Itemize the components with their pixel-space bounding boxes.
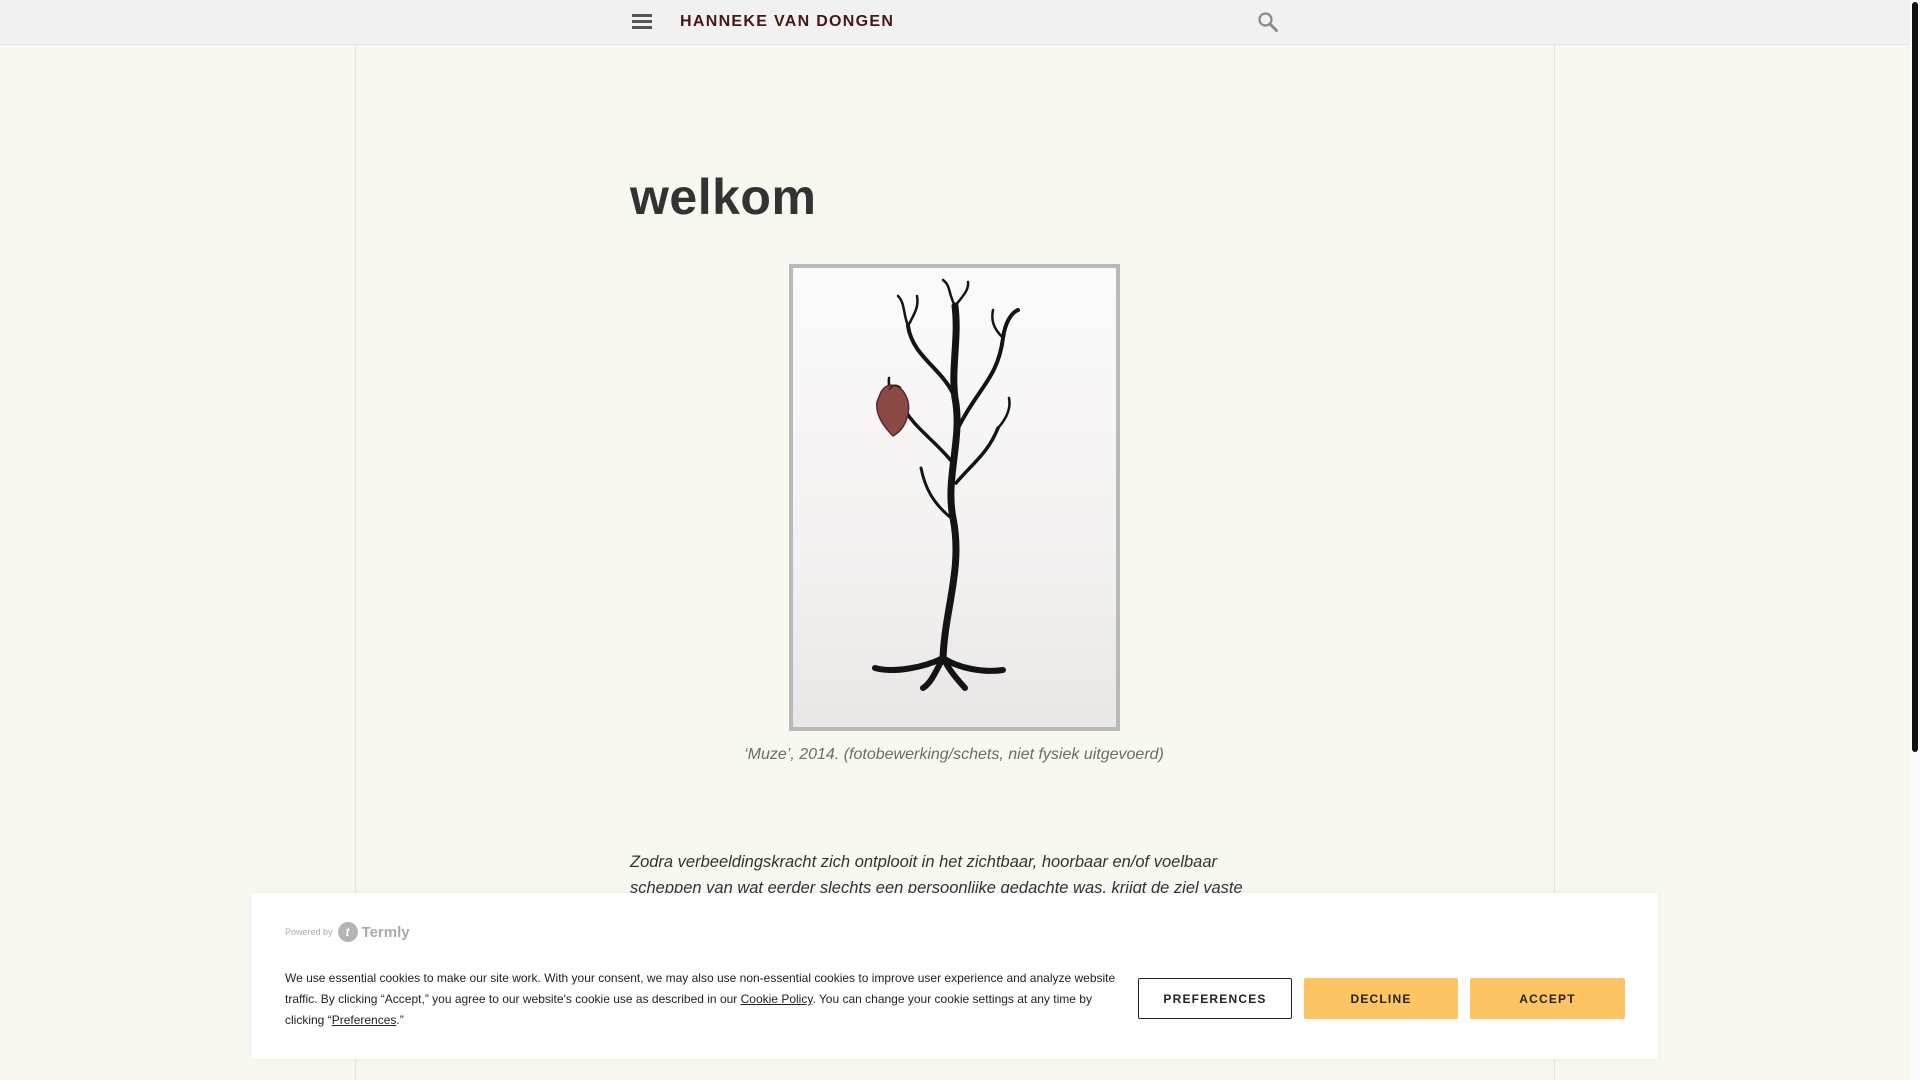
site-title[interactable]: HANNEKE VAN DONGEN bbox=[680, 13, 894, 31]
search-icon[interactable] bbox=[1257, 11, 1279, 33]
tree-sculpture-illustration bbox=[872, 278, 1020, 691]
preferences-button[interactable]: PREFERENCES bbox=[1138, 978, 1292, 1019]
powered-by-label: Powered by bbox=[285, 927, 333, 937]
cookie-consent-banner: Powered by t Termly We use essential coo… bbox=[251, 893, 1658, 1059]
cookie-policy-link[interactable]: Cookie Policy bbox=[741, 992, 813, 1006]
artwork-image bbox=[789, 264, 1120, 731]
page-scrollbar[interactable] bbox=[1910, 0, 1920, 1080]
termly-brand-name: Termly bbox=[361, 923, 410, 941]
powered-by-termly[interactable]: Powered by t Termly bbox=[285, 922, 410, 942]
decline-button[interactable]: DECLINE bbox=[1304, 978, 1458, 1019]
top-bar: HANNEKE VAN DONGEN bbox=[0, 0, 1910, 45]
preferences-link[interactable]: Preferences bbox=[332, 1013, 397, 1027]
hamburger-menu-icon[interactable] bbox=[630, 12, 654, 32]
cookie-notice-text: We use essential cookies to make our sit… bbox=[285, 968, 1130, 1031]
scrollbar-thumb[interactable] bbox=[1912, 2, 1918, 752]
page-title: welkom bbox=[630, 169, 817, 225]
cookie-text-part-3: .” bbox=[396, 1013, 404, 1027]
termly-logo-icon: t bbox=[337, 922, 358, 942]
accept-button[interactable]: ACCEPT bbox=[1470, 978, 1625, 1019]
artwork-caption: ‘Muze’, 2014. (fotobewerking/schets, nie… bbox=[744, 746, 1164, 763]
